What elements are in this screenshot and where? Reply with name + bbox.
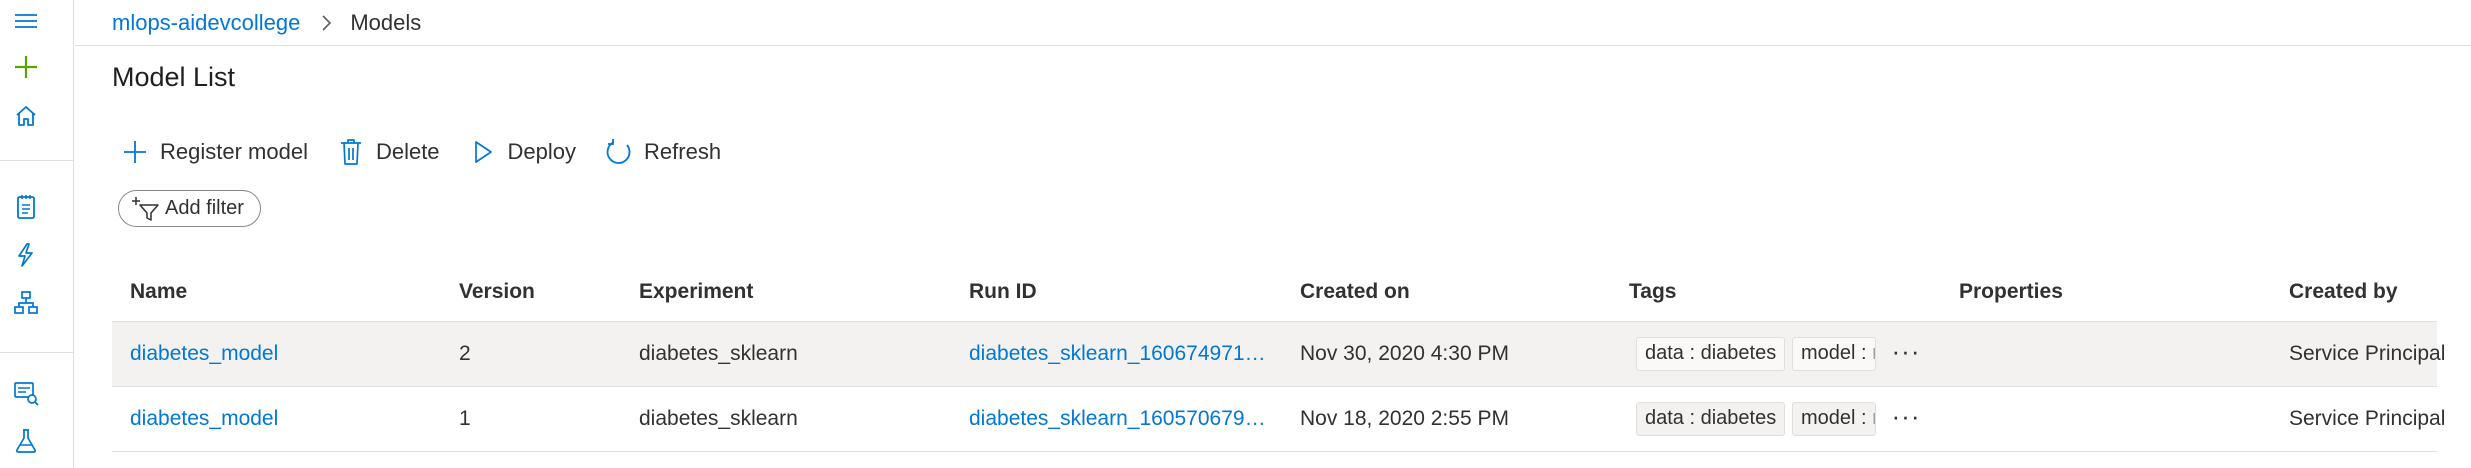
created-by: Service Principal bbox=[2289, 407, 2446, 430]
model-experiment: diabetes_sklearn bbox=[639, 342, 798, 365]
experiments-icon[interactable] bbox=[13, 428, 39, 454]
delete-label: Delete bbox=[375, 139, 440, 164]
deploy-button[interactable]: Deploy bbox=[468, 137, 576, 167]
breadcrumb-workspace-link[interactable]: mlops-aidevcollege bbox=[112, 10, 300, 36]
column-header-created-on[interactable]: Created on bbox=[1300, 280, 1410, 304]
model-experiment: diabetes_sklearn bbox=[639, 407, 798, 430]
model-name-link[interactable]: diabetes_model bbox=[130, 407, 278, 431]
more-tags-button[interactable]: ··· bbox=[1888, 336, 1924, 366]
tag-chip-truncated: model : r bbox=[1792, 402, 1876, 436]
table-row[interactable]: diabetes_model 1 diabetes_sklearn diabet… bbox=[112, 387, 2445, 452]
deploy-label: Deploy bbox=[507, 139, 577, 164]
register-model-label: Register model bbox=[160, 139, 308, 164]
run-id-link[interactable]: diabetes_sklearn_1605706793_a... bbox=[969, 407, 1269, 431]
model-name-link[interactable]: diabetes_model bbox=[130, 342, 278, 366]
plus-icon bbox=[120, 137, 150, 167]
rail-divider bbox=[0, 352, 74, 353]
datasets-icon[interactable] bbox=[13, 380, 39, 406]
model-version: 2 bbox=[459, 342, 471, 365]
rail-divider bbox=[0, 160, 74, 161]
column-header-version[interactable]: Version bbox=[459, 280, 535, 304]
trash-icon bbox=[336, 137, 366, 167]
filter-icon bbox=[131, 195, 161, 223]
designer-icon[interactable] bbox=[13, 290, 39, 316]
table-row[interactable]: diabetes_model 2 diabetes_sklearn diabet… bbox=[112, 322, 2445, 387]
breadcrumb: mlops-aidevcollege Models bbox=[75, 0, 2471, 46]
refresh-label: Refresh bbox=[644, 139, 722, 164]
register-model-button[interactable]: Register model bbox=[120, 137, 308, 167]
hamburger-menu-icon[interactable] bbox=[13, 8, 39, 34]
column-header-tags[interactable]: Tags bbox=[1629, 280, 1676, 304]
model-version: 1 bbox=[459, 407, 471, 430]
run-id-link[interactable]: diabetes_sklearn_1606749713_1... bbox=[969, 342, 1269, 366]
play-icon bbox=[468, 137, 498, 167]
page-title: Model List bbox=[112, 62, 236, 92]
more-tags-button[interactable]: ··· bbox=[1888, 401, 1924, 431]
notebook-icon[interactable] bbox=[13, 194, 39, 220]
table-header: Name Version Experiment Run ID Created o… bbox=[112, 262, 2437, 322]
home-icon[interactable] bbox=[13, 103, 39, 129]
created-on: Nov 30, 2020 4:30 PM bbox=[1300, 342, 1509, 365]
column-header-run-id[interactable]: Run ID bbox=[969, 280, 1269, 304]
tag-chip: data : diabetes bbox=[1636, 402, 1786, 436]
column-header-name[interactable]: Name bbox=[130, 280, 187, 304]
column-header-created-by[interactable]: Created by bbox=[2289, 280, 2398, 304]
tag-chip: data : diabetes bbox=[1636, 337, 1786, 371]
column-header-experiment[interactable]: Experiment bbox=[639, 280, 753, 304]
created-by: Service Principal bbox=[2289, 342, 2446, 365]
add-filter-label: Add filter bbox=[165, 197, 244, 219]
model-table: Name Version Experiment Run ID Created o… bbox=[112, 262, 2445, 452]
created-on: Nov 18, 2020 2:55 PM bbox=[1300, 407, 1509, 430]
refresh-button[interactable]: Refresh bbox=[604, 137, 721, 167]
command-bar: Register model Delete Deploy Refresh bbox=[120, 132, 749, 172]
breadcrumb-current: Models bbox=[350, 9, 422, 35]
create-new-plus-icon[interactable] bbox=[13, 54, 39, 80]
refresh-icon bbox=[604, 137, 634, 167]
chevron-right-icon bbox=[320, 14, 332, 32]
tag-chip-truncated: model : r bbox=[1792, 337, 1876, 371]
column-header-properties[interactable]: Properties bbox=[1959, 280, 2063, 304]
delete-button[interactable]: Delete bbox=[336, 137, 440, 167]
add-filter-button[interactable]: Add filter bbox=[118, 190, 261, 227]
automl-icon[interactable] bbox=[13, 242, 39, 268]
left-nav-rail bbox=[0, 0, 74, 468]
